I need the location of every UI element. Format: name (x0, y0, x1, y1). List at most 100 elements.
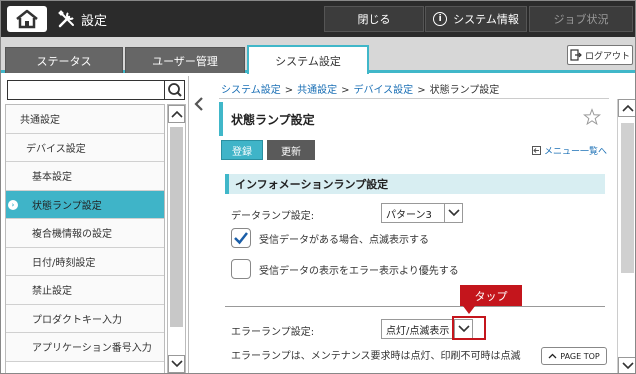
home-icon (16, 9, 38, 29)
priority-checkbox-label: 受信データの表示をエラー表示より優先する (259, 265, 459, 277)
update-label: 更新 (281, 146, 301, 158)
priority-checkbox[interactable] (231, 259, 251, 279)
breadcrumb-device-settings[interactable]: デバイス設定 (353, 85, 413, 96)
tab-status[interactable]: ステータス (5, 47, 123, 73)
scroll-up-button[interactable] (618, 99, 635, 117)
scroll-thumb[interactable] (170, 127, 183, 327)
breadcrumb-current: 状態ランプ設定 (429, 85, 500, 96)
divider (219, 98, 609, 99)
caret-up-icon (548, 353, 557, 359)
section-title: インフォメーションランプ設定 (235, 178, 389, 191)
tap-callout-arrow (463, 306, 475, 314)
tap-highlight-box (452, 316, 486, 340)
sidebar-item-label: 状態ランプ設定 (32, 200, 102, 212)
tab-user-management-label: ユーザー管理 (152, 54, 218, 68)
sidebar-item-app-number[interactable]: アプリケーション番号入力 (6, 333, 164, 362)
register-label: 登録 (232, 146, 252, 158)
data-lamp-value: パターン3 (386, 209, 432, 221)
chevron-up-icon (621, 104, 634, 112)
sidebar-item-device-settings[interactable]: デバイス設定 (6, 133, 164, 162)
error-lamp-label: エラーランプ設定: (231, 327, 315, 338)
register-button[interactable]: 登録 (221, 140, 263, 160)
main-panel: システム設定 > 共通設定 > デバイス設定 > 状態ランプ設定 状態ランプ設定 登録 更新… (211, 76, 635, 373)
sidebar-item-product-key[interactable]: プロダクトキー入力 (6, 304, 164, 333)
back-to-menu-icon (531, 146, 541, 155)
breadcrumb-separator: > (284, 85, 294, 96)
sidebar-item-status-lamp[interactable]: › 状態ランプ設定 (6, 190, 164, 219)
data-lamp-label: データランプ設定: (231, 211, 315, 222)
search-input[interactable] (8, 81, 164, 99)
settings-title-text: 設定 (81, 13, 108, 29)
close-button[interactable]: 閉じる (324, 6, 424, 32)
tap-callout-label: タップ (460, 285, 522, 306)
chevron-down-icon (170, 360, 183, 368)
tab-system-settings-label: システム設定 (275, 54, 341, 68)
app-frame: 設定 閉じる i システム情報 ジョブ状況 ステータス ユーザー管理 システム設… (0, 0, 636, 374)
chevron-down-icon (621, 362, 634, 370)
tab-system-settings[interactable]: システム設定 (247, 45, 369, 74)
tab-status-label: ステータス (36, 54, 92, 68)
sidebar-item-label: 禁止設定 (32, 286, 72, 298)
menu-list-label: メニュー一覧へ (543, 147, 607, 157)
section-header-info-lamp: インフォメーションランプ設定 (225, 174, 605, 194)
error-lamp-description: エラーランプは、メンテナンス要求時は点灯、印刷不可時は点滅 (231, 351, 521, 362)
job-status-label: ジョブ状況 (553, 13, 609, 26)
sidebar-item-label: 共通設定 (20, 115, 60, 127)
home-button[interactable] (7, 6, 47, 32)
checkmark-icon (234, 232, 248, 245)
top-bar: 設定 閉じる i システム情報 ジョブ状況 (1, 1, 635, 37)
info-icon: i (433, 12, 448, 26)
sidebar-item-common-settings[interactable]: 共通設定 (6, 105, 164, 134)
page-title-row: 状態ランプ設定 (219, 102, 609, 136)
sidebar-item-label: プロダクトキー入力 (32, 314, 122, 326)
sidebar-item-label: 基本設定 (32, 172, 72, 184)
scroll-thumb[interactable] (621, 123, 634, 273)
scroll-down-button[interactable] (618, 357, 635, 373)
logout-label: ログアウト (584, 51, 630, 62)
system-info-button[interactable]: i システム情報 (425, 6, 527, 32)
chevron-left-icon (194, 97, 203, 111)
sidebar-nav-list: 共通設定 デバイス設定 基本設定 › 状態ランプ設定 複合機情報の設定 日付/時… (5, 104, 165, 373)
breadcrumb-separator: > (341, 85, 350, 96)
breadcrumb-common-settings[interactable]: 共通設定 (297, 85, 337, 96)
system-info-label: システム情報 (453, 13, 519, 26)
sidebar-item-prohibit[interactable]: 禁止設定 (6, 276, 164, 305)
data-lamp-select[interactable]: パターン3 (381, 203, 463, 223)
menu-list-link[interactable]: メニュー一覧へ (531, 144, 607, 157)
tap-callout-text: タップ (474, 289, 508, 303)
sidebar-item-label: デバイス設定 (26, 143, 86, 155)
chevron-down-icon (444, 204, 462, 222)
job-status-button[interactable]: ジョブ状況 (529, 6, 633, 32)
breadcrumb-system-settings[interactable]: システム設定 (221, 85, 281, 96)
checkbox-row-blink[interactable]: 受信データがある場合、点滅表示する (231, 228, 429, 248)
chevron-right-icon: › (8, 199, 18, 210)
sidebar-item-basic-settings[interactable]: 基本設定 (6, 162, 164, 191)
blink-checkbox[interactable] (231, 228, 251, 248)
sidebar: 共通設定 デバイス設定 基本設定 › 状態ランプ設定 複合機情報の設定 日付/時… (1, 76, 189, 373)
sidebar-search (7, 80, 185, 100)
sidebar-item-date-time[interactable]: 日付/時刻設定 (6, 247, 164, 276)
update-button[interactable]: 更新 (267, 140, 315, 160)
sidebar-item-label: 日付/時刻設定 (32, 257, 96, 269)
tab-bar: ステータス ユーザー管理 システム設定 ログアウト (1, 37, 635, 74)
toolbar: 登録 更新 メニュー一覧へ (219, 138, 609, 164)
page-top-button[interactable]: PAGE TOP (541, 347, 607, 365)
section-divider (225, 306, 605, 307)
sidebar-scrollbar[interactable] (167, 104, 186, 373)
tab-user-management[interactable]: ユーザー管理 (125, 47, 245, 73)
checkbox-row-priority[interactable]: 受信データの表示をエラー表示より優先する (231, 259, 459, 279)
star-icon[interactable] (583, 108, 601, 126)
search-icon (168, 83, 182, 97)
blink-checkbox-label: 受信データがある場合、点滅表示する (259, 234, 429, 246)
breadcrumb-separator: > (417, 85, 426, 96)
breadcrumb: システム設定 > 共通設定 > デバイス設定 > 状態ランプ設定 (221, 81, 499, 96)
scroll-down-button[interactable] (168, 355, 185, 373)
error-lamp-value: 点灯/点滅表示 (386, 325, 450, 337)
scroll-up-button[interactable] (168, 105, 185, 123)
main-scrollbar[interactable] (617, 99, 635, 373)
logout-button[interactable]: ログアウト (567, 45, 633, 65)
search-button[interactable] (164, 81, 184, 99)
sidebar-item-device-info[interactable]: 複合機情報の設定 (6, 219, 164, 248)
close-button-label: 閉じる (357, 13, 391, 26)
sidebar-collapse-button[interactable] (191, 93, 207, 115)
